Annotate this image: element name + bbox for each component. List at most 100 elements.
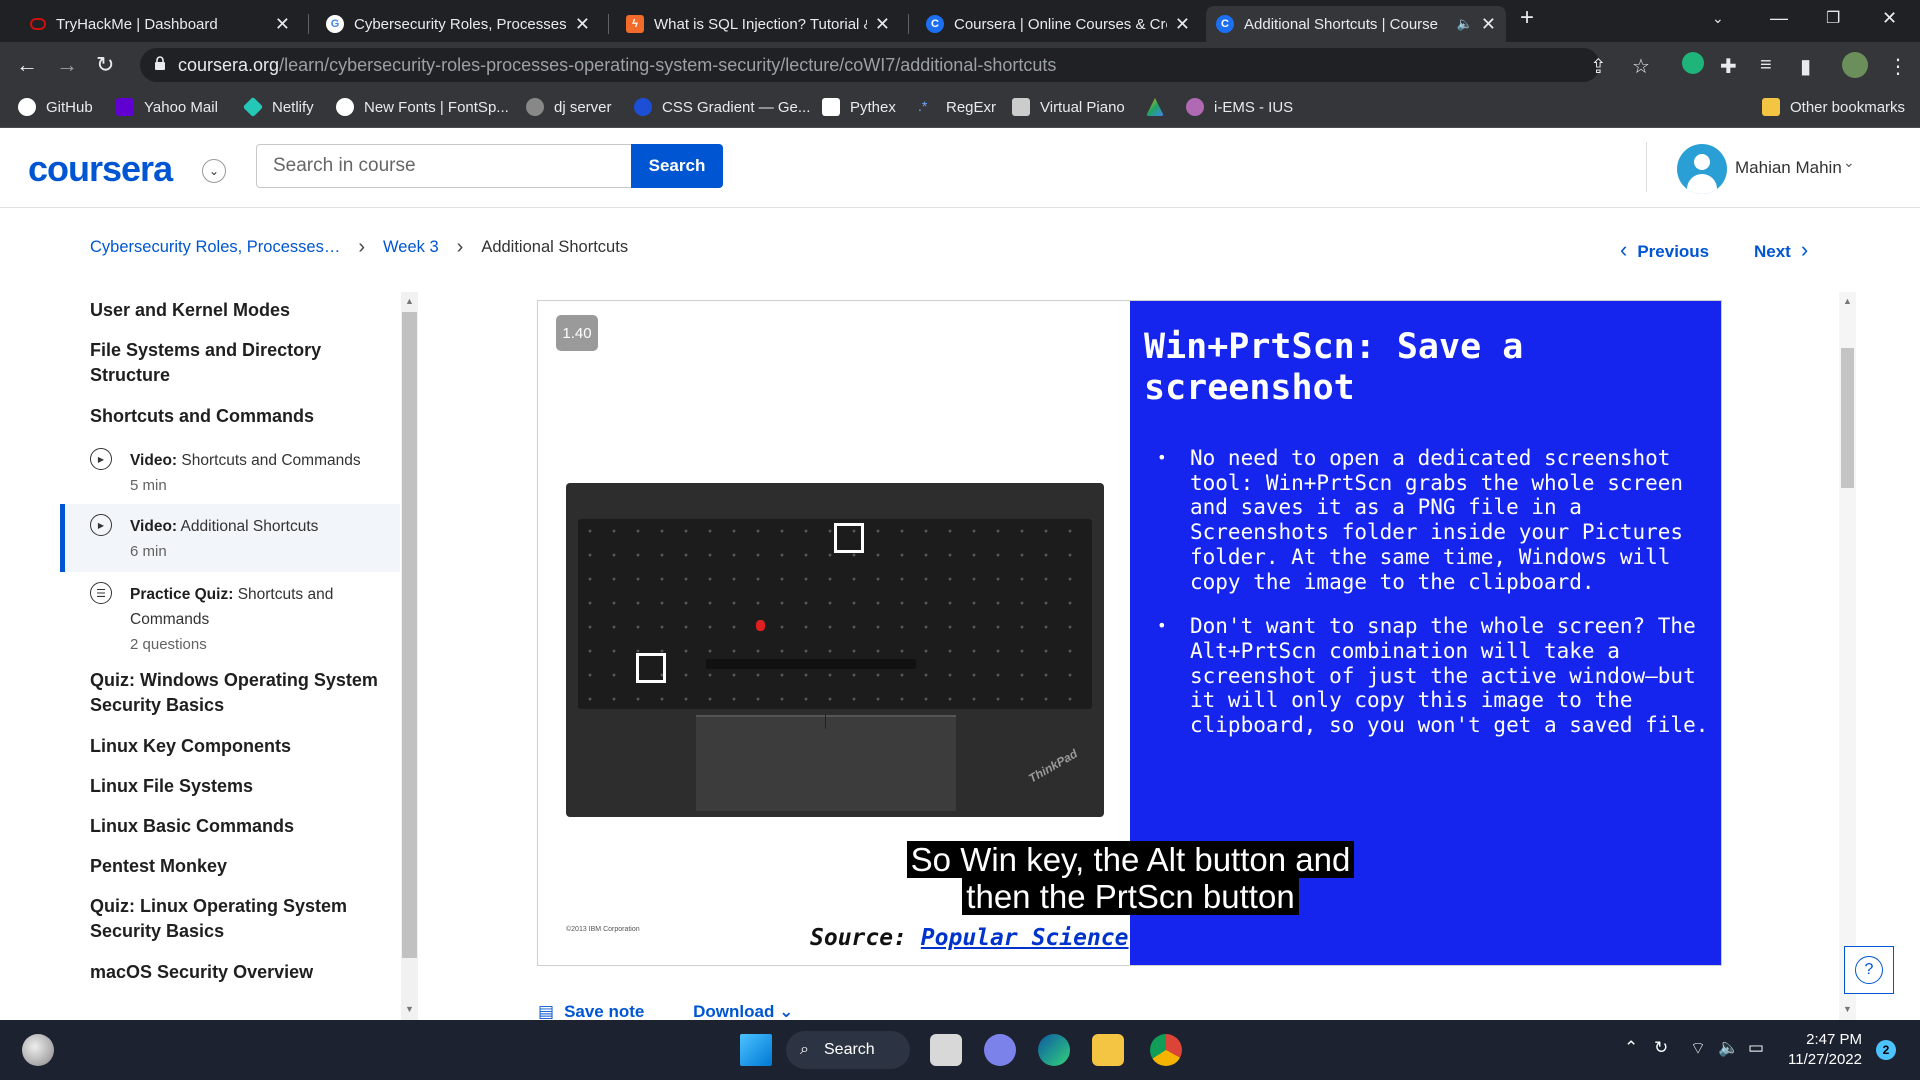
new-tab-button[interactable]: + (1520, 4, 1534, 32)
scroll-down-icon[interactable]: ▼ (405, 1004, 414, 1014)
file-explorer-icon[interactable] (1092, 1034, 1124, 1066)
taskbar-clock[interactable]: 2:47 PM 11/27/2022 (1786, 1030, 1862, 1070)
bookmark-yahoo-mail[interactable]: Yahoo Mail (116, 98, 218, 116)
breadcrumb-course-link[interactable]: Cybersecurity Roles, Processes… (90, 238, 340, 257)
close-tab-icon[interactable]: ✕ (1175, 14, 1190, 35)
side-panel-icon[interactable]: ▮ (1800, 54, 1811, 79)
chevron-down-icon[interactable]: ⌄ (202, 159, 226, 183)
wifi-icon[interactable]: ⌔ (1690, 1038, 1706, 1059)
windows-start-icon[interactable] (740, 1034, 772, 1066)
close-tab-icon[interactable]: ✕ (1481, 14, 1496, 35)
pythex-icon (822, 98, 840, 116)
scroll-up-icon[interactable]: ▲ (1843, 296, 1852, 306)
sidebar-item-linux-file-systems[interactable]: Linux File Systems (90, 774, 380, 799)
close-tab-icon[interactable]: ✕ (575, 14, 590, 35)
bookmark-i-ems[interactable]: i-EMS - IUS (1186, 98, 1293, 116)
chrome-icon[interactable] (1150, 1034, 1182, 1066)
bookmark-pythex[interactable]: Pythex (822, 98, 896, 116)
tab-search-icon[interactable]: ⌄ (1712, 10, 1724, 27)
close-tab-icon[interactable]: ✕ (875, 14, 890, 35)
close-tab-icon[interactable]: ✕ (275, 14, 290, 35)
previous-button[interactable]: ‹ Previous (1620, 237, 1709, 263)
chevron-left-icon: ‹ (1620, 237, 1628, 262)
sidebar-item-quiz-windows[interactable]: Quiz: Windows Operating System Security … (90, 668, 380, 718)
bookmark-virtual-piano[interactable]: Virtual Piano (1012, 98, 1125, 116)
browser-tab-coursera[interactable]: C Coursera | Online Courses & Cred ✕ (916, 6, 1200, 42)
browser-tab-cybersecurity[interactable]: G Cybersecurity Roles, Processes & ✕ (316, 6, 600, 42)
lightning-icon: ϟ (626, 15, 644, 33)
scroll-down-icon[interactable]: ▼ (1843, 1004, 1852, 1014)
profile-avatar-icon[interactable] (1842, 52, 1868, 78)
bookmark-google-drive[interactable] (1146, 98, 1174, 116)
windows-taskbar: ⌕ Search ⌃ ↻ ⌔ 🔈 ▭ 2:47 PM 11/27/2022 2 (0, 1020, 1920, 1080)
other-bookmarks[interactable]: Other bookmarks (1762, 98, 1905, 116)
show-hidden-icons[interactable]: ⌃ (1624, 1038, 1638, 1058)
coursera-logo[interactable]: coursera (28, 148, 173, 190)
sidebar-subitem-video-shortcuts[interactable]: ▶ Video: Shortcuts and Commands 5 min (60, 442, 400, 506)
task-view-icon[interactable] (930, 1034, 962, 1066)
browser-tab-sql-injection[interactable]: ϟ What is SQL Injection? Tutorial & ✕ (616, 6, 900, 42)
page-scrollbar-thumb[interactable] (1841, 348, 1854, 488)
bookmark-regexr[interactable]: .* RegExr (918, 98, 996, 116)
bookmark-star-icon[interactable]: ☆ (1632, 54, 1650, 79)
close-window-button[interactable]: ✕ (1882, 8, 1897, 29)
caption-line: So Win key, the Alt button and (906, 841, 1355, 878)
media-control-icon[interactable]: ≡ (1760, 54, 1772, 77)
chrome-menu-icon[interactable]: ⋮ (1888, 54, 1908, 79)
sidebar-item-linux-key-components[interactable]: Linux Key Components (90, 734, 380, 759)
sidebar-item-pentest-monkey[interactable]: Pentest Monkey (90, 854, 380, 879)
minimize-button[interactable]: — (1770, 8, 1788, 29)
bookmark-netlify[interactable]: Netlify (242, 96, 314, 118)
forward-icon[interactable]: → (56, 52, 78, 78)
css-gradient-icon (634, 98, 652, 116)
regexr-icon: .* (918, 98, 928, 114)
video-player[interactable]: 1.40 ThinkPad ©2013 IBM Corporation Sour… (537, 300, 1722, 966)
user-name[interactable]: Mahian Mahin (1735, 158, 1842, 178)
next-button[interactable]: Next › (1754, 237, 1808, 263)
chevron-right-icon: › (1800, 237, 1809, 262)
share-icon[interactable]: ⇪ (1590, 54, 1607, 79)
teams-chat-icon[interactable] (984, 1034, 1016, 1066)
bookmark-dj-server[interactable]: dj server (526, 98, 612, 116)
sidebar-item-macos-security[interactable]: macOS Security Overview (90, 960, 380, 985)
playback-speed-badge[interactable]: 1.40 (556, 315, 598, 351)
sidebar-item-quiz-linux[interactable]: Quiz: Linux Operating System Security Ba… (90, 894, 380, 944)
browser-tab-additional-shortcuts[interactable]: C Additional Shortcuts | Course 🔈 ✕ (1206, 6, 1506, 42)
browser-tab-tryhackme[interactable]: TryHackMe | Dashboard ✕ (20, 6, 300, 42)
taskbar-search[interactable]: ⌕ Search (786, 1031, 910, 1069)
reload-icon[interactable]: ↻ (96, 52, 114, 78)
sidebar-scrollbar-thumb[interactable] (402, 312, 417, 958)
sidebar-item-file-systems[interactable]: File Systems and Directory Structure (90, 338, 380, 388)
sidebar-subitem-video-additional-shortcuts[interactable]: ▶ Video: Additional Shortcuts 6 min (60, 504, 400, 572)
search-button[interactable]: Search (631, 144, 723, 188)
download-button[interactable]: Download ⌄ (693, 1002, 793, 1021)
grammarly-extension-icon[interactable] (1682, 52, 1704, 74)
breadcrumb-week-link[interactable]: Week 3 (383, 238, 439, 257)
user-avatar-icon[interactable] (1677, 144, 1727, 194)
bookmark-github[interactable]: GitHub (18, 98, 93, 116)
course-search-input[interactable] (256, 144, 632, 188)
sidebar-subitem-practice-quiz[interactable]: ☰ Practice Quiz: Shortcuts and Commands 2… (60, 576, 400, 666)
bookmark-new-fonts[interactable]: New Fonts | FontSp... (336, 98, 509, 116)
sync-icon[interactable]: ↻ (1654, 1038, 1668, 1058)
extensions-puzzle-icon[interactable]: ✚ (1720, 54, 1737, 79)
help-button[interactable]: ? (1844, 946, 1894, 994)
address-bar[interactable]: coursera.org/learn/cybersecurity-roles-p… (140, 48, 1600, 82)
audio-playing-icon[interactable]: 🔈 (1457, 16, 1473, 32)
sidebar-item-user-kernel-modes[interactable]: User and Kernel Modes (90, 298, 380, 323)
weather-icon[interactable] (22, 1034, 54, 1066)
volume-icon[interactable]: 🔈 (1718, 1038, 1739, 1058)
bookmark-css-gradient[interactable]: CSS Gradient — Ge... (634, 98, 810, 116)
notification-badge[interactable]: 2 (1876, 1040, 1896, 1060)
scroll-up-icon[interactable]: ▲ (405, 296, 414, 306)
edge-icon[interactable] (1038, 1034, 1070, 1066)
sidebar-item-shortcuts-commands[interactable]: Shortcuts and Commands (90, 404, 380, 429)
restore-button[interactable]: ❐ (1826, 8, 1840, 28)
search-icon: ⌕ (800, 1041, 809, 1058)
chevron-down-icon[interactable]: ⌄ (1843, 154, 1855, 171)
battery-icon[interactable]: ▭ (1748, 1038, 1764, 1058)
back-icon[interactable]: ← (16, 52, 38, 78)
save-note-button[interactable]: Save note (564, 1002, 644, 1021)
lock-icon[interactable] (154, 56, 166, 70)
sidebar-item-linux-basic-commands[interactable]: Linux Basic Commands (90, 814, 380, 839)
